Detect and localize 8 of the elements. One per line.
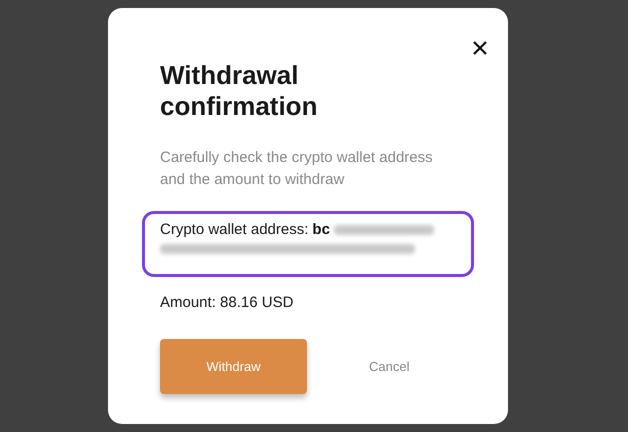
amount-text: Amount: 88.16 USD (160, 294, 294, 311)
cancel-button[interactable]: Cancel (361, 355, 418, 378)
close-icon[interactable] (472, 40, 488, 56)
address-prefix: bc (312, 221, 330, 238)
dialog-title: Withdrawal confirmation (160, 60, 318, 122)
address-label: Crypto wallet address: (160, 221, 308, 238)
dialog-description: Carefully check the crypto wallet address and the amount to withdraw (160, 148, 434, 190)
withdraw-button[interactable]: Withdraw (160, 339, 307, 394)
